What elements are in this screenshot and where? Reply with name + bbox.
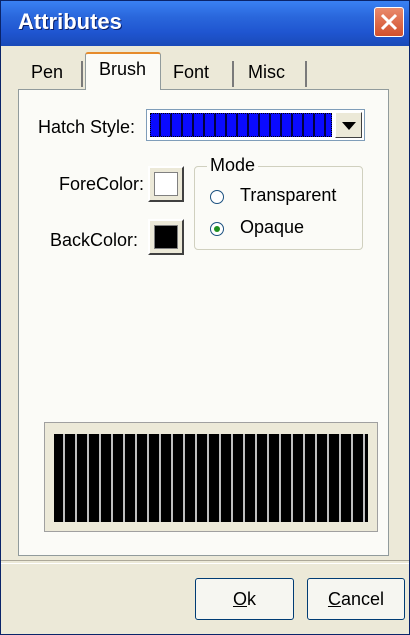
- backcolor-swatch: [154, 225, 178, 249]
- footer-divider: [1, 560, 409, 564]
- hatch-style-label: Hatch Style:: [38, 117, 136, 137]
- hatch-pattern-sample: [159, 114, 326, 136]
- tab-separator: [81, 61, 83, 87]
- dropdown-button[interactable]: [335, 112, 362, 138]
- attributes-dialog: Attributes Pen Font Misc Brush Hatch Sty…: [0, 0, 410, 635]
- brush-preview: [54, 434, 368, 522]
- transparent-radio-label[interactable]: Transparent: [240, 185, 336, 206]
- backcolor-button[interactable]: [148, 219, 184, 255]
- forecolor-button[interactable]: [148, 166, 184, 202]
- close-button[interactable]: [374, 7, 404, 37]
- radio-selected-dot: [214, 226, 220, 232]
- tab-font[interactable]: Font: [164, 56, 230, 89]
- mode-group-title: Mode: [207, 155, 259, 176]
- tab-misc[interactable]: Misc: [234, 56, 306, 89]
- close-icon: [380, 13, 398, 31]
- forecolor-label: ForeColor:: [59, 174, 145, 194]
- brush-preview-frame: [44, 422, 378, 532]
- opaque-radio-label[interactable]: Opaque: [240, 217, 304, 238]
- hatch-style-selected-value: [150, 113, 332, 137]
- opaque-radio[interactable]: [210, 222, 224, 236]
- forecolor-swatch: [154, 172, 178, 196]
- ok-mnemonic: O: [232, 589, 247, 609]
- hatch-style-select[interactable]: [146, 109, 365, 141]
- tab-brush[interactable]: Brush: [85, 52, 161, 90]
- cancel-label-rest: ancel: [340, 589, 385, 609]
- ok-label-rest: k: [247, 589, 256, 609]
- transparent-radio[interactable]: [210, 190, 224, 204]
- cancel-button[interactable]: Cancel: [307, 578, 405, 620]
- window-title: Attributes: [18, 9, 122, 34]
- chevron-down-icon: [342, 122, 356, 130]
- ok-button[interactable]: Ok: [195, 578, 294, 620]
- cancel-mnemonic: C: [327, 589, 341, 609]
- title-bar[interactable]: Attributes: [1, 1, 409, 46]
- backcolor-label: BackColor:: [50, 230, 139, 250]
- tab-pen[interactable]: Pen: [18, 56, 82, 89]
- tab-separator: [305, 61, 307, 87]
